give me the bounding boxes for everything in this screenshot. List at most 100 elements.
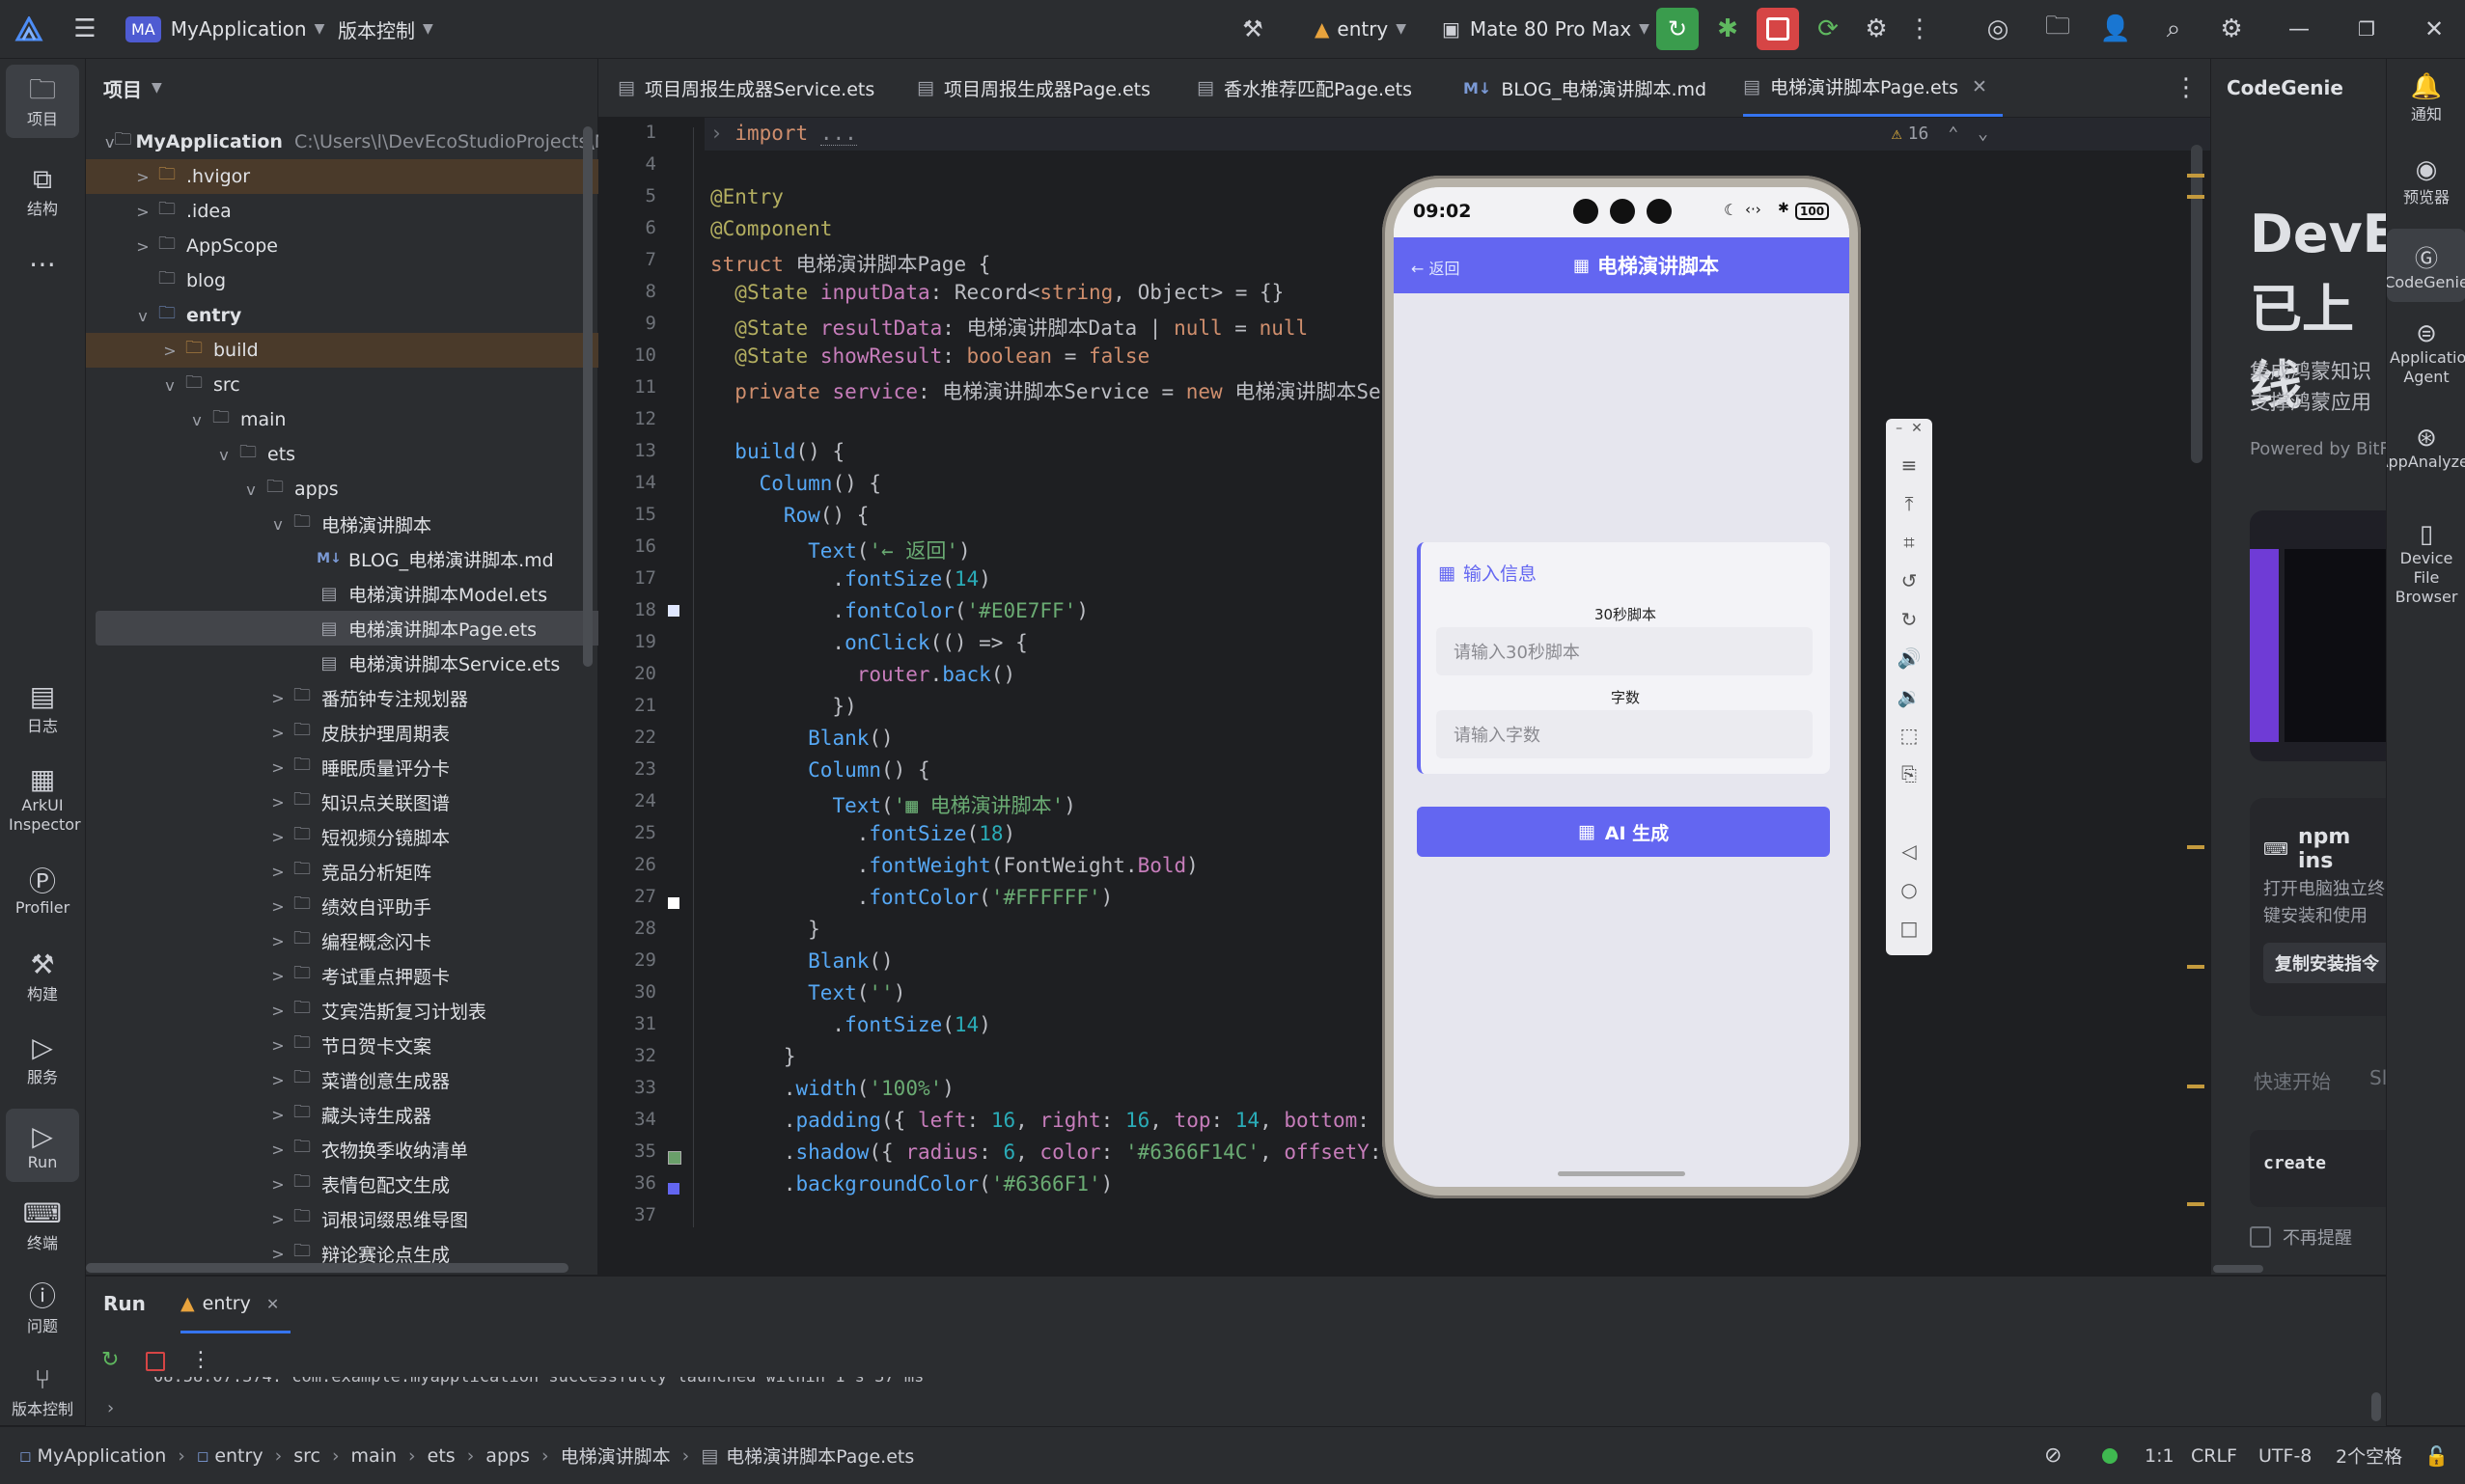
tool-project[interactable]: 🗀 项目 (6, 65, 79, 138)
tool-application-agent[interactable]: ⊜ Application Agent (2387, 319, 2465, 387)
no-remind-checkbox[interactable]: 不再提醒 (2250, 1224, 2352, 1250)
tool-notifications[interactable]: 🔔 通知 (2387, 72, 2465, 124)
minimize-icon[interactable]: — (2280, 10, 2318, 48)
tree-item[interactable]: 🗀 blog (86, 263, 644, 298)
hammer-build-icon[interactable]: ⚒ (1235, 12, 1270, 46)
tabs-more-icon[interactable]: ⋮ (2172, 69, 2201, 107)
chevron-down-icon[interactable]: ⌄ (1978, 124, 1988, 144)
run-console-output[interactable]: 08:58:07.374: com.example.myapplication … (153, 1377, 2344, 1396)
project-panel-header[interactable]: 项目 ▼ (103, 59, 162, 117)
breadcrumb-item[interactable]: entry (214, 1445, 263, 1467)
chevron-down-icon[interactable]: v (186, 411, 208, 429)
chevron-right-icon[interactable]: > (267, 724, 289, 742)
chevron-right-icon[interactable]: › (107, 1398, 114, 1418)
warning-stripe[interactable] (2187, 1202, 2204, 1206)
chevron-right-icon[interactable]: > (267, 758, 289, 777)
codegenie-scrollbar[interactable] (2213, 1265, 2263, 1273)
chevron-right-icon[interactable]: > (267, 863, 289, 881)
tree-item[interactable]: v 🗀 entry (86, 298, 644, 333)
breadcrumb-item[interactable]: src (293, 1445, 320, 1467)
tree-horizontal-scrollbar[interactable] (86, 1263, 568, 1273)
rerun-icon[interactable]: ↻ (1656, 8, 1699, 50)
chevron-right-icon[interactable]: > (267, 1071, 289, 1089)
chevron-down-icon[interactable]: v (267, 515, 289, 534)
no-power-save-icon[interactable]: ⊘ (2044, 1427, 2062, 1484)
rotate-right-icon[interactable]: ↻ (1886, 608, 1932, 631)
warning-stripe[interactable] (2187, 174, 2204, 178)
breadcrumb-item[interactable]: 电梯演讲脚本 (561, 1443, 671, 1469)
color-swatch-ffffff[interactable] (668, 897, 679, 909)
tool-terminal[interactable]: ⌨ 终端 (6, 1197, 79, 1253)
chevron-right-icon[interactable]: > (267, 967, 289, 985)
breadcrumb-item[interactable]: ets (428, 1445, 456, 1467)
warning-stripe[interactable] (2187, 965, 2204, 969)
tool-arkui-inspector[interactable]: ▦ ArkUI Inspector (6, 763, 81, 835)
tool-log[interactable]: ▤ 日志 (6, 680, 79, 736)
device-selector[interactable]: ▣ Mate 80 Pro Max ▼ (1442, 0, 1649, 58)
tool-more[interactable]: ⋯ (6, 248, 79, 281)
debug-icon[interactable]: ✱ (1708, 10, 1747, 48)
chevron-right-icon[interactable]: > (267, 1175, 289, 1194)
maximize-icon[interactable]: ❐ (2347, 10, 2386, 48)
chevron-right-icon[interactable]: > (267, 932, 289, 950)
chevron-right-icon[interactable]: > (267, 1140, 289, 1159)
more-icon[interactable]: ⋮ (1905, 10, 1934, 48)
menu-icon[interactable]: ≡ (1886, 453, 1932, 477)
main-menu-icon[interactable]: ☰ (68, 12, 102, 46)
chevron-down-icon[interactable]: v (240, 481, 262, 499)
tool-services[interactable]: ▷ 服务 (6, 1031, 79, 1087)
breadcrumb-item[interactable]: main (351, 1445, 397, 1467)
editor-scrollbar[interactable] (2191, 145, 2202, 463)
more-icon[interactable]: ⋮ (190, 1348, 211, 1372)
chevron-right-icon[interactable]: > (159, 342, 180, 360)
chevron-right-icon[interactable]: > (267, 1036, 289, 1055)
project-switcher[interactable]: MA MyApplication ▼ (125, 0, 324, 58)
phone-back-button[interactable]: ← 返回 (1411, 256, 1460, 279)
chevron-right-icon[interactable]: > (132, 237, 153, 256)
line-separator[interactable]: CRLF (2191, 1427, 2237, 1484)
tree-item[interactable]: > 🗀 .idea (86, 194, 644, 229)
tool-vcs[interactable]: ⑂ 版本控制 (6, 1363, 79, 1419)
tool-codegenie[interactable]: Ⓖ CodeGenie (2387, 229, 2465, 302)
target-icon[interactable]: ◎ (1979, 10, 2017, 48)
attach-debugger-icon[interactable]: ⚙ (1857, 10, 1896, 48)
chevron-down-icon[interactable]: v (159, 376, 180, 395)
chevron-right-icon[interactable]: > (267, 793, 289, 811)
chevron-right-icon[interactable]: > (267, 1245, 289, 1263)
settings-gear-icon[interactable]: ⚙ (2212, 10, 2251, 48)
chevron-right-icon[interactable]: > (267, 828, 289, 846)
tool-run[interactable]: ▷ Run (6, 1109, 79, 1182)
account-icon[interactable]: 👤 (2096, 10, 2135, 48)
run-config-selector[interactable]: ▲ entry ▼ (1315, 0, 1406, 58)
back-triangle-icon[interactable]: ◁ (1886, 839, 1932, 863)
rotate-icon[interactable]: ↺ (1886, 569, 1932, 592)
folder-icon[interactable]: 🗀 (2038, 10, 2077, 48)
stop-icon[interactable] (1757, 8, 1799, 50)
word-count-input[interactable]: 请输入字数 (1436, 710, 1813, 758)
tool-build[interactable]: ⚒ 构建 (6, 948, 79, 1004)
chevron-down-icon[interactable]: v (213, 446, 235, 464)
home-circle-icon[interactable]: ○ (1886, 878, 1932, 901)
rerun-icon[interactable]: ↻ (101, 1348, 119, 1372)
chevron-right-icon[interactable]: > (267, 1210, 289, 1228)
chevron-right-icon[interactable]: > (267, 1106, 289, 1124)
color-swatch-6366f1[interactable] (668, 1183, 679, 1195)
volume-down-icon[interactable]: 🔉 (1886, 685, 1932, 708)
tree-item[interactable]: > 🗀 AppScope (86, 229, 644, 263)
tab-service-weekly[interactable]: ▤ 项目周报生成器Service.ets (618, 59, 874, 117)
warning-stripe[interactable] (2187, 195, 2204, 199)
warning-stripe[interactable] (2187, 1085, 2204, 1088)
tab-perfume-page[interactable]: ▤ 香水推荐匹配Page.ets (1197, 59, 1412, 117)
tree-root[interactable]: v 🗀 MyApplication C:\Users\l\DevEcoStudi… (86, 124, 617, 159)
close-tab-icon[interactable]: ✕ (266, 1295, 279, 1313)
tool-profiler[interactable]: Ⓟ Profiler (6, 866, 79, 917)
crop-icon[interactable]: ⌗ (1886, 531, 1932, 554)
minimize-icon[interactable]: – ✕ (1886, 421, 1932, 436)
tool-problems[interactable]: ⓘ 问题 (6, 1280, 79, 1336)
console-scrollbar[interactable] (2371, 1392, 2381, 1421)
cursor-position[interactable]: 1:1 (2145, 1427, 2174, 1484)
chevron-right-icon[interactable]: > (267, 897, 289, 916)
create-card[interactable]: create (2250, 1130, 2387, 1207)
chevron-right-icon[interactable]: > (132, 203, 153, 221)
breadcrumb-item[interactable]: 电梯演讲脚本Page.ets (726, 1443, 914, 1469)
